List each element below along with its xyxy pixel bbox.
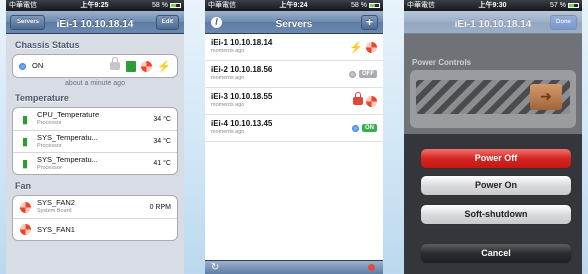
clock: 上午9:30 [478, 2, 507, 9]
sensor-value: 41 °C [153, 160, 171, 167]
sensor-location: Processor [37, 120, 62, 126]
power-controls-heading: Power Controls [412, 58, 472, 67]
thermometer-icon: ▮ [21, 113, 29, 126]
power-off-button[interactable]: Power Off [420, 148, 572, 169]
bottom-toolbar: ↻ [205, 260, 383, 274]
power-supply-icon [126, 60, 137, 72]
nav-bar: i Servers + [205, 11, 383, 34]
edit-button[interactable]: Edit [155, 15, 179, 30]
server-detail-screen: 中華電信 上午9:25 58 % Servers iEi-1 10.10.18.… [6, 0, 184, 274]
page-title: iEi-1 10.10.18.14 [56, 19, 134, 30]
fan-icon [19, 224, 31, 236]
status-badge: ON [362, 124, 377, 132]
server-updated: moments ago [211, 48, 245, 54]
power-status-icon [19, 62, 26, 70]
table-row[interactable]: ▮ SYS_Temperatu... Processor 34 °C [13, 130, 177, 152]
servers-list-screen: 中華電信 上午9:24 58 % i Servers + iEi-1 10.10… [205, 0, 383, 274]
lock-icon [110, 57, 121, 70]
soft-shutdown-button[interactable]: Soft-shutdown [420, 204, 572, 225]
fan-icon [141, 60, 153, 72]
status-bar: 中華電信 上午9:24 58 % [205, 0, 383, 11]
thermometer-icon: ▮ [21, 158, 29, 170]
chassis-status-heading: Chassis Status [15, 40, 80, 50]
fan-location: System Board [37, 208, 72, 214]
fan-value: 0 RPM [149, 203, 171, 211]
chassis-status-row[interactable]: ON ⚡ [13, 55, 177, 77]
battery-text: 58 % [152, 2, 168, 9]
battery-text: 57 % [550, 2, 566, 9]
clock: 上午9:25 [80, 2, 109, 9]
server-list: iEi-1 10.10.18.14 moments ago ⚡ iEi-2 10.… [205, 34, 383, 260]
server-name: iEi-2 10.10.18.56 [211, 65, 273, 74]
thermometer-icon: ▮ [21, 136, 29, 148]
sensor-name: SYS_Temperatu... [37, 132, 98, 142]
refresh-icon[interactable]: ↻ [211, 262, 219, 274]
cancel-button[interactable]: Cancel [420, 243, 572, 264]
temperature-heading: Temperature [15, 93, 69, 103]
nav-bar: iEi-1 10.10.18.14 Done [404, 11, 582, 34]
server-updated: moments ago [211, 129, 245, 135]
battery-icon [368, 2, 380, 8]
carrier-label: 中華電信 [9, 2, 37, 9]
list-item[interactable]: iEi-2 10.10.18.56 moments ago OFF [205, 61, 383, 88]
status-badge: OFF [359, 70, 377, 78]
battery-text: 58 % [351, 2, 367, 9]
status-dot-icon [349, 70, 356, 78]
sensor-location: Processor [37, 142, 62, 149]
sensor-value: 34 °C [153, 115, 171, 123]
power-bolt-icon: ⚡ [349, 41, 363, 54]
sensor-name: SYS_Temperatu... [37, 154, 98, 164]
sensor-value: 34 °C [153, 138, 171, 145]
battery-indicator: 57 % [550, 0, 579, 11]
battery-indicator: 58 % [351, 0, 380, 11]
table-row[interactable]: ▮ SYS_Temperatu... Processor 41 °C [13, 152, 177, 174]
chassis-state: ON [32, 61, 44, 70]
list-item[interactable]: iEi-4 10.10.13.45 moments ago ON [205, 115, 383, 142]
page-title: iEi-1 10.10.18.14 [454, 19, 532, 30]
fan-icon [366, 41, 377, 53]
fan-icon [366, 95, 377, 107]
server-name: iEi-1 10.10.18.14 [211, 38, 273, 47]
clock: 上午9:24 [279, 2, 308, 9]
fan-name: SYS_FAN1 [37, 224, 75, 234]
back-button[interactable]: Servers [10, 15, 46, 30]
fan-name: SYS_FAN2 [37, 198, 75, 207]
chassis-status-group: ON ⚡ [12, 54, 178, 78]
server-name: iEi-3 10.10.18.55 [211, 92, 273, 101]
info-icon[interactable]: i [211, 17, 222, 28]
lock-icon [353, 92, 363, 105]
fan-icon [19, 201, 31, 213]
page-title: Servers [275, 19, 313, 30]
server-updated: moments ago [211, 75, 245, 81]
power-bolt-icon: ⚡ [157, 60, 171, 73]
add-server-button[interactable]: + [361, 15, 378, 30]
done-button[interactable]: Done [550, 15, 577, 30]
last-updated: about a minute ago [65, 80, 125, 87]
table-row[interactable]: SYS_FAN1 [13, 218, 177, 240]
battery-icon [169, 2, 181, 8]
fan-heading: Fan [15, 181, 32, 191]
server-name: iEi-4 10.10.13.45 [211, 119, 273, 128]
power-controls-screen: 中華電信 上午9:30 57 % iEi-1 10.10.18.14 Done … [404, 0, 582, 274]
list-item[interactable]: iEi-3 10.10.18.55 moments ago [205, 88, 383, 115]
temperature-group: ▮ CPU_Temperature Processor 34 °C ▮ SYS_T… [12, 107, 178, 175]
nav-bar: Servers iEi-1 10.10.18.14 Edit [6, 11, 184, 34]
status-bar: 中華電信 上午9:25 58 % [6, 0, 184, 11]
table-row[interactable]: SYS_FAN2 System Board 0 RPM [13, 196, 177, 218]
alert-dot-icon [368, 264, 375, 271]
server-updated: moments ago [211, 102, 245, 108]
table-row[interactable]: ▮ CPU_Temperature Processor 34 °C [13, 108, 177, 130]
list-item[interactable]: iEi-1 10.10.18.14 moments ago ⚡ [205, 34, 383, 61]
fan-group: SYS_FAN2 System Board 0 RPM SYS_FAN1 [12, 195, 178, 241]
carrier-label: 中華電信 [407, 2, 435, 9]
power-on-button[interactable]: Power On [420, 175, 572, 196]
sensor-name: CPU_Temperature [37, 110, 100, 119]
status-dot-icon [352, 124, 359, 132]
slider-knob-icon[interactable]: ➜ [530, 84, 562, 110]
sensor-location: Processor [37, 164, 62, 171]
battery-icon [567, 2, 579, 8]
battery-indicator: 58 % [152, 0, 181, 11]
carrier-label: 中華電信 [208, 2, 236, 9]
status-bar: 中華電信 上午9:30 57 % [404, 0, 582, 11]
